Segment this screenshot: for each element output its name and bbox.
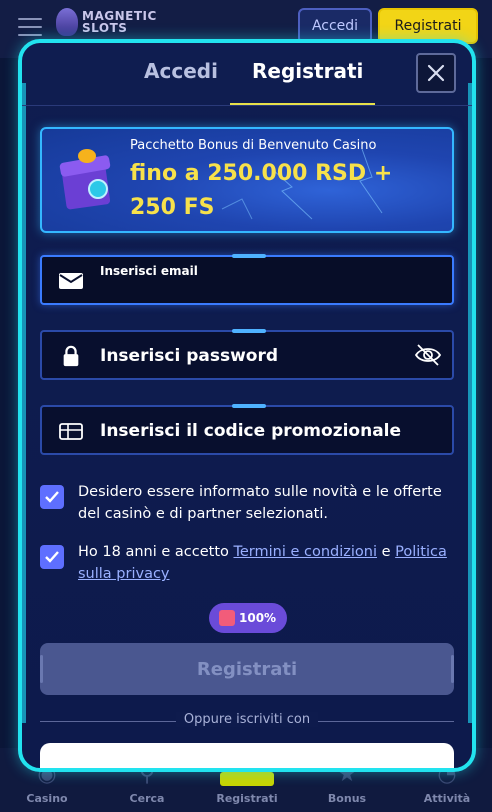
promo-code-field[interactable]: Inserisci il codice promozionale <box>40 404 454 455</box>
nav-casino[interactable]: Casino <box>7 792 87 805</box>
logo[interactable]: MAGNETIC SLOTS <box>56 8 157 36</box>
field-notch <box>232 329 266 333</box>
terms-text: Ho 18 anni e accetto Termini e condizion… <box>78 541 448 585</box>
eye-off-icon[interactable] <box>414 342 442 368</box>
modal-tabs: Accedi Registrati <box>22 43 472 109</box>
modal-edge <box>22 83 26 723</box>
terms-link[interactable]: Termini e condizioni <box>233 544 377 560</box>
password-field[interactable]: Inserisci password <box>40 329 454 380</box>
logo-line2: SLOTS <box>82 21 128 35</box>
mail-icon <box>59 273 83 289</box>
register-icon[interactable] <box>220 772 274 786</box>
password-label: Inserisci password <box>100 346 279 366</box>
lock-icon <box>63 345 79 367</box>
oppure-divider: Oppure iscriviti con <box>40 711 454 731</box>
tab-register[interactable]: Registrati <box>252 59 363 83</box>
completion-percent: 100% <box>239 611 277 625</box>
oppure-label: Oppure iscriviti con <box>175 712 319 727</box>
social-signup-button[interactable] <box>40 743 454 768</box>
completion-badge: 100% <box>209 603 287 633</box>
terms-checkbox[interactable] <box>40 545 64 569</box>
bonus-headline: fino a 250.000 RSD + 250 FS <box>130 161 393 220</box>
button-edge <box>40 655 43 683</box>
newsletter-text: Desidero essere informato sulle novità e… <box>78 484 442 522</box>
register-submit-button[interactable]: Registrati <box>40 643 454 695</box>
email-field[interactable]: Inserisci email <box>40 254 454 305</box>
modal-edge <box>468 83 472 723</box>
hamburger-menu-icon[interactable] <box>18 18 42 36</box>
close-button[interactable] <box>416 53 456 93</box>
terms-consent: Ho 18 anni e accetto Termini e condizion… <box>40 541 454 587</box>
gift-box-icon <box>58 149 114 211</box>
newsletter-consent: Desidero essere informato sulle novità e… <box>40 481 454 527</box>
register-modal: Accedi Registrati Pacchetto Bonus di Ben… <box>18 39 476 772</box>
checkmark-icon <box>45 491 59 503</box>
logo-icon <box>56 8 78 36</box>
field-notch <box>232 404 266 408</box>
gift-card-icon <box>59 423 83 440</box>
tabs-divider <box>22 105 472 106</box>
nav-search[interactable]: Cerca <box>107 792 187 805</box>
close-icon <box>427 64 445 82</box>
gift-icon <box>219 610 235 626</box>
terms-mid: e <box>377 544 396 560</box>
nav-register[interactable]: Registrati <box>207 792 287 805</box>
email-label: Inserisci email <box>100 264 198 278</box>
promo-label: Inserisci il codice promozionale <box>100 421 402 441</box>
welcome-bonus-banner[interactable]: Pacchetto Bonus di Benvenuto Casino fino… <box>40 127 454 233</box>
nav-activity[interactable]: Attività <box>407 792 487 805</box>
button-edge <box>451 655 454 683</box>
bonus-subtitle: Pacchetto Bonus di Benvenuto Casino <box>130 138 377 153</box>
nav-bonus[interactable]: Bonus <box>307 792 387 805</box>
terms-prefix: Ho 18 anni e accetto <box>78 544 234 560</box>
tab-login[interactable]: Accedi <box>144 59 218 83</box>
field-notch <box>232 254 266 258</box>
newsletter-checkbox[interactable] <box>40 485 64 509</box>
checkmark-icon <box>45 551 59 563</box>
